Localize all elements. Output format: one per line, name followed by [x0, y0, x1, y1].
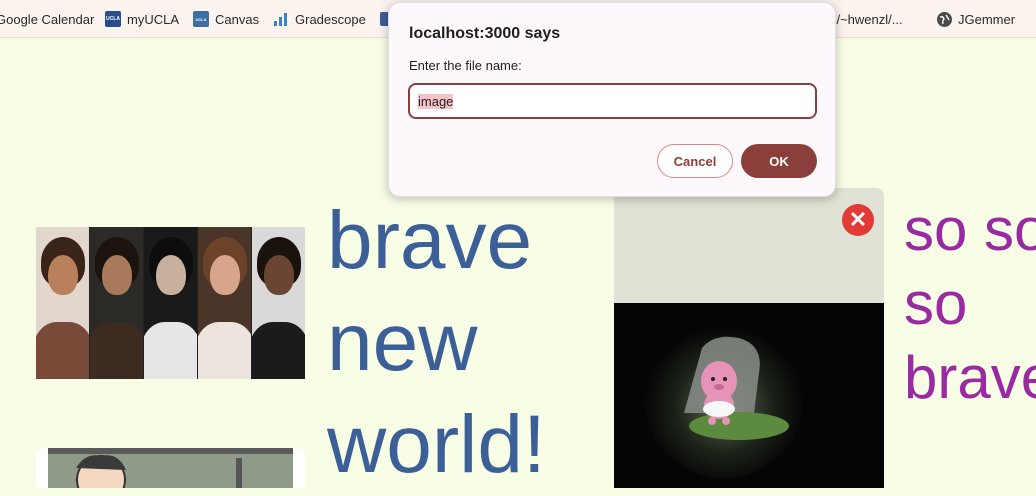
bar-chart-icon: [273, 11, 289, 27]
portrait-photo: [36, 227, 90, 379]
dialog-title: localhost:3000 says: [409, 25, 561, 42]
bookmark-google-calendar[interactable]: Google Calendar: [0, 0, 95, 37]
bookmark-myucla[interactable]: UCLA myUCLA: [105, 0, 180, 37]
cancel-button[interactable]: Cancel: [657, 144, 733, 178]
bookmark-label: JGemmer: [958, 11, 1016, 27]
ok-button[interactable]: OK: [741, 144, 817, 178]
dialog-message: Enter the file name:: [409, 58, 522, 73]
ucla-icon: UCLA: [193, 11, 209, 27]
portrait-strip-image: [36, 227, 305, 379]
portrait-photo: [252, 227, 305, 379]
globe-icon: [937, 11, 952, 27]
brave-new-world-text: brave new world!: [327, 195, 546, 490]
prompt-dialog: localhost:3000 says Enter the file name:…: [388, 2, 836, 197]
bookmark-label: Google Calendar: [0, 11, 95, 27]
bookmark-canvas[interactable]: UCLA Canvas: [193, 0, 260, 37]
image-card: [614, 188, 884, 488]
bookmark-label: Gradescope: [295, 11, 366, 27]
ucla-icon: UCLA: [105, 11, 121, 27]
so-brave-text: so so so brave: [904, 196, 1036, 411]
spotlight-illustration: [614, 303, 884, 488]
cartoon-card: [36, 448, 305, 488]
portrait-photo: [198, 227, 252, 379]
file-name-input[interactable]: [408, 83, 817, 119]
bookmark-jgemmer[interactable]: JGemmer: [937, 0, 1016, 37]
portrait-photo: [90, 227, 144, 379]
bookmark-label: Canvas: [215, 11, 260, 27]
bookmark-gradescope[interactable]: Gradescope: [273, 0, 366, 37]
close-icon[interactable]: ✕: [842, 204, 874, 236]
portrait-photo: [144, 227, 198, 379]
bookmark-label: myUCLA: [127, 11, 180, 27]
